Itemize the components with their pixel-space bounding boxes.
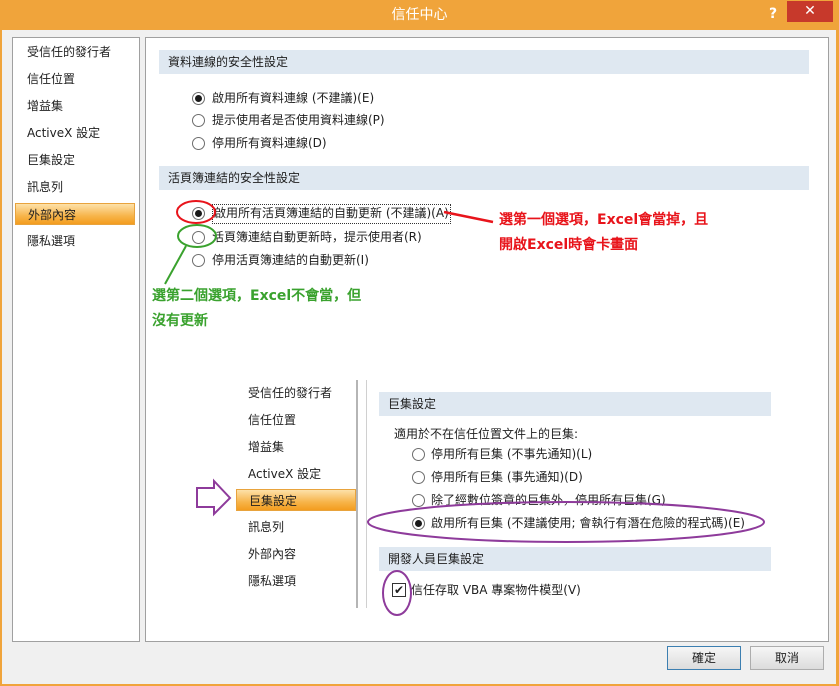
inset-category-list: 受信任的發行者 信任位置 增益集 ActiveX 設定 巨集設定 訊息列 外部內… — [232, 380, 358, 608]
inset-radio-disable-except-signed — [412, 494, 425, 507]
close-button[interactable]: ✕ — [787, 1, 833, 22]
nav-item-external-content[interactable]: 外部內容 — [15, 203, 135, 225]
help-button[interactable]: ? — [762, 3, 784, 25]
option-label: 停用所有資料連線(D) — [212, 136, 327, 150]
data-connection-header: 資料連線的安全性設定 — [159, 50, 809, 74]
option-label: 停用所有巨集 (事先通知)(D) — [431, 470, 583, 484]
workbook-links-header: 活頁簿連結的安全性設定 — [159, 166, 809, 190]
inset-nav-item-external-content: 外部內容 — [248, 547, 297, 561]
window-title: 信任中心 — [391, 7, 448, 23]
inset-radio-disable-no-notify — [412, 448, 425, 461]
inset-nav-item-macro-settings: 巨集設定 — [236, 489, 356, 511]
option-label: 提示使用者是否使用資料連線(P) — [212, 113, 385, 127]
inset-macro-header: 巨集設定 — [379, 392, 771, 416]
radio-enable-data-connections[interactable] — [192, 92, 205, 105]
inset-nav-item-trusted-publishers: 受信任的發行者 — [248, 386, 333, 400]
inset-macro-subtitle: 適用於不在信任位置文件上的巨集: — [394, 427, 579, 441]
inset-radio-disable-notify — [412, 471, 425, 484]
annotation-red-line2: 開啟Excel時會卡畫面 — [499, 237, 639, 253]
radio-enable-workbook-links[interactable] — [192, 207, 205, 220]
inset-nav-item-addins: 增益集 — [248, 440, 285, 454]
annotation-red-line1: 選第一個選項，Excel會當掉，且 — [499, 212, 709, 228]
option-label: 活頁簿連結自動更新時，提示使用者(R) — [212, 230, 422, 244]
nav-item-macro-settings[interactable]: 巨集設定 — [15, 149, 135, 171]
annotation-green-line1: 選第二個選項，Excel不會當，但 — [152, 288, 362, 304]
option-label: 停用所有巨集 (不事先通知)(L) — [431, 447, 593, 461]
inset-vba-checkbox: ✔ — [392, 583, 406, 597]
radio-disable-data-connections[interactable] — [192, 137, 205, 150]
radio-disable-workbook-links[interactable] — [192, 254, 205, 267]
option-label: 啟用所有巨集 (不建議使用; 會執行有潛在危險的程式碼)(E) — [431, 516, 745, 530]
nav-item-privacy[interactable]: 隱私選項 — [15, 230, 135, 252]
nav-item-message-bar[interactable]: 訊息列 — [15, 176, 135, 198]
inset-nav-item-activex: ActiveX 設定 — [248, 467, 322, 481]
nav-item-addins[interactable]: 增益集 — [15, 95, 135, 117]
nav-item-trusted-publishers[interactable]: 受信任的發行者 — [15, 41, 135, 63]
radio-prompt-workbook-links[interactable] — [192, 231, 205, 244]
option-label: 除了經數位簽章的巨集外，停用所有巨集(G) — [431, 493, 666, 507]
option-label: 啟用所有資料連線 (不建議)(E) — [212, 91, 375, 105]
nav-item-activex[interactable]: ActiveX 設定 — [15, 122, 135, 144]
option-label: 信任存取 VBA 專案物件模型(V) — [411, 583, 581, 597]
inset-nav-item-trusted-locations: 信任位置 — [248, 413, 297, 427]
option-label: 啟用所有活頁簿連結的自動更新 (不建議)(A) — [212, 204, 451, 224]
category-list: 受信任的發行者 信任位置 增益集 ActiveX 設定 巨集設定 訊息列 外部內… — [12, 37, 140, 642]
inset-radio-enable-all-macros — [412, 517, 425, 530]
inset-nav-item-privacy: 隱私選項 — [248, 574, 297, 588]
cancel-button[interactable]: 取消 — [750, 646, 824, 670]
nav-item-trusted-locations[interactable]: 信任位置 — [15, 68, 135, 90]
inset-nav-item-message-bar: 訊息列 — [248, 520, 285, 534]
option-label: 停用活頁簿連結的自動更新(I) — [212, 253, 369, 267]
annotation-green-line2: 沒有更新 — [152, 313, 208, 329]
radio-prompt-data-connections[interactable] — [192, 114, 205, 127]
inset-developer-header: 開發人員巨集設定 — [379, 547, 771, 571]
ok-button[interactable]: 確定 — [667, 646, 741, 670]
